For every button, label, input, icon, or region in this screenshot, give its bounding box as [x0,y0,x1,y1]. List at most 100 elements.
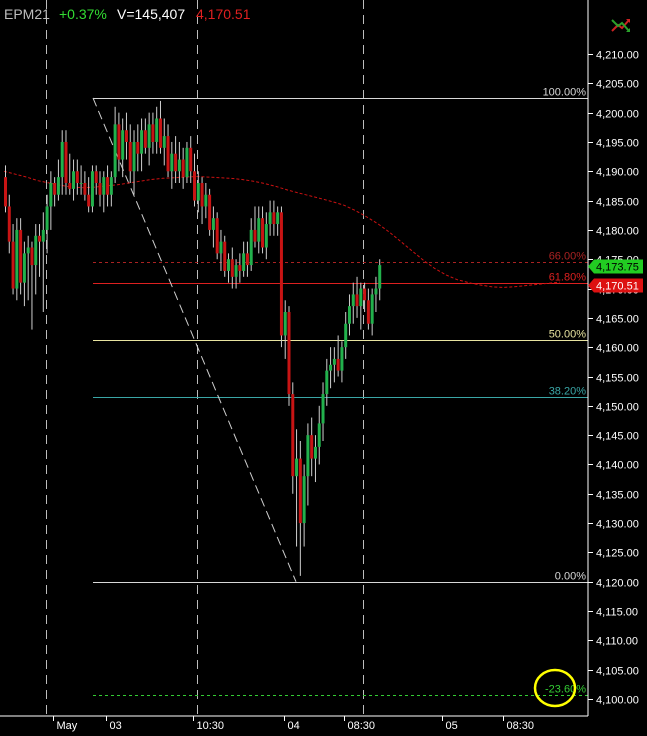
candle-body-11 [45,206,49,230]
candle-body-90 [344,323,348,348]
candle-body-86 [329,364,333,371]
candle-body-26 [102,177,106,195]
candle-body-31 [121,130,125,160]
candle-body-6 [26,247,30,254]
x-tick-label-6: 08:30 [507,720,535,732]
candle-body-72 [276,212,280,225]
candle-73 [279,206,283,348]
candle-body-38 [147,124,151,148]
y-tick-label-5: 4,125.00 [596,548,639,560]
candle-body-78 [298,458,302,524]
last-price: 4,170.51 [196,6,251,22]
candle-body-10 [41,229,45,242]
candle-body-22 [87,194,91,207]
candle-body-76 [291,394,295,477]
candle-body-37 [143,130,147,148]
candle-body-5 [22,253,26,283]
y-tick-label-19: 4,195.00 [596,138,639,150]
y-tick-label-13: 4,165.00 [596,314,639,326]
candle-body-61 [234,265,238,277]
candle-body-35 [136,141,140,154]
y-tick-label-8: 4,140.00 [596,460,639,472]
candle-body-94 [359,288,363,307]
candle-body-23 [90,171,94,207]
candle-body-55 [211,218,215,230]
candle-body-43 [166,136,170,172]
fib-label-6: -23.60% [545,684,586,696]
candle-body-45 [174,153,178,172]
candle-body-14 [56,177,60,195]
candle-body-41 [158,118,162,148]
y-tick-label-4: 4,120.00 [596,578,639,590]
price-tag-label-1: 4,170.51 [596,281,639,293]
y-tick-label-9: 4,145.00 [596,431,639,443]
candle-48 [185,141,189,183]
candle-body-29 [113,124,117,178]
candle-body-75 [287,312,291,395]
candle-body-60 [230,259,234,277]
candle-body-1 [7,206,11,242]
candle-body-51 [196,183,200,201]
candle-body-59 [227,259,231,271]
candle-body-33 [128,141,132,172]
candle-body-20 [79,183,83,184]
candle-body-7 [30,247,34,266]
candle-body-57 [219,241,223,254]
candle-body-84 [321,394,325,424]
candle-body-8 [34,235,38,266]
candle-body-80 [306,435,310,477]
candle-body-98 [374,288,378,295]
candle-body-52 [200,183,204,207]
instrument-symbol: EPM21 [4,6,50,22]
candle-body-30 [117,124,121,160]
candle-body-16 [64,141,68,183]
candle-body-96 [366,300,370,324]
candle-body-69 [264,224,268,248]
candle-body-71 [272,212,276,225]
candle-body-47 [181,159,185,178]
candle-body-83 [317,423,321,447]
candle-body-88 [336,358,340,371]
y-tick-label-0: 4,100.00 [596,695,639,707]
candle-3 [15,218,19,301]
price-chart[interactable]: 4,100.00 4,105.00 4,110.00 4,115.00 4,120.00… [0,0,647,736]
fib-label-2: 61.80% [549,272,587,284]
candle-body-73 [279,212,283,336]
x-tick-label-0: May [57,720,78,732]
candle-body-17 [68,183,72,189]
y-tick-label-6: 4,130.00 [596,519,639,531]
candle-body-66 [253,229,257,242]
price-change: +0.37% [59,6,107,22]
y-tick-label-12: 4,160.00 [596,343,639,355]
y-tick-label-18: 4,190.00 [596,167,639,179]
candle-body-67 [257,218,261,242]
candle-body-56 [215,218,219,254]
candle-body-48 [185,147,189,178]
candle-body-81 [310,435,314,459]
candle-body-12 [49,183,53,207]
candle-body-87 [332,358,336,365]
y-tick-label-10: 4,150.00 [596,402,639,414]
candle-body-46 [177,159,181,172]
candle-body-92 [351,294,355,307]
candle-body-25 [98,183,102,195]
candle-body-65 [249,229,253,266]
x-tick-label-4: 08:30 [348,720,376,732]
candle-body-28 [109,177,113,195]
candle-body-89 [340,347,344,371]
y-tick-label-7: 4,135.00 [596,490,639,502]
candle-body-50 [193,171,196,201]
fib-label-3: 50.00% [549,329,587,341]
y-tick-label-3: 4,115.00 [596,607,638,619]
candle-body-42 [162,136,166,148]
candle-54 [208,188,212,236]
fib-label-1: 66.00% [549,251,587,263]
candle-23 [90,165,94,213]
chart-tools-icon[interactable] [609,15,633,37]
y-tick-label-1: 4,105.00 [596,666,639,678]
candle-58 [223,235,227,277]
x-tick-label-5: 05 [446,720,458,732]
candle-body-40 [155,118,159,142]
y-tick-label-22: 4,210.00 [596,50,639,62]
candle-body-34 [132,141,136,172]
